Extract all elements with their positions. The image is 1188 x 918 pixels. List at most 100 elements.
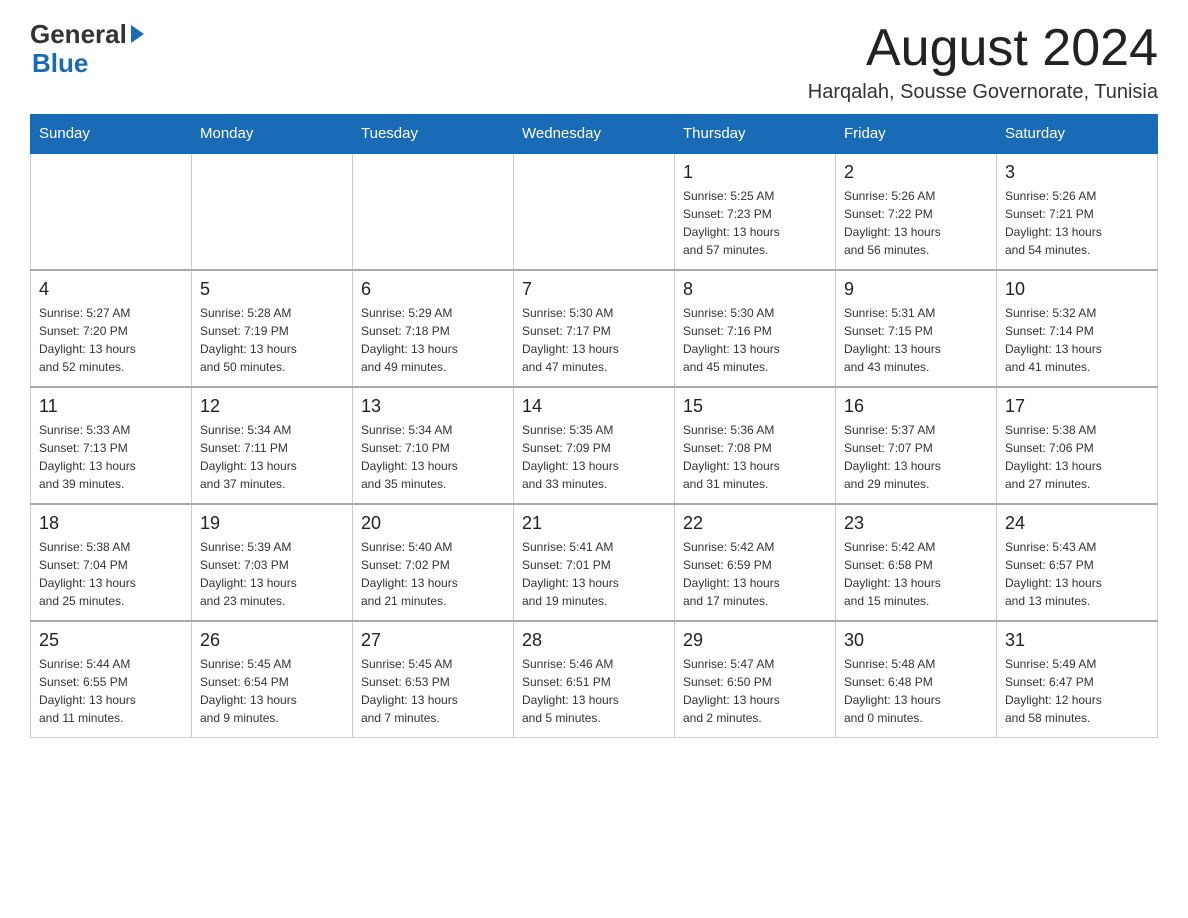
day-info: Sunrise: 5:38 AM Sunset: 7:04 PM Dayligh… [39, 538, 183, 610]
calendar-cell: 26 Sunrise: 5:45 AM Sunset: 6:54 PM Dayli… [192, 621, 353, 738]
day-number: 25 [39, 630, 183, 651]
calendar-cell: 5Sunrise: 5:28 AM Sunset: 7:19 PM Daylig… [192, 270, 353, 387]
page-header: General Blue August 2024 Harqalah, Souss… [30, 20, 1158, 104]
weekday-header-saturday: Saturday [997, 115, 1158, 154]
day-number: 11 [39, 396, 183, 417]
day-number: 29 [683, 630, 827, 651]
day-number: 23 [844, 513, 988, 534]
calendar-cell: 11 Sunrise: 5:33 AM Sunset: 7:13 PM Dayli… [31, 387, 192, 504]
day-number: 15 [683, 396, 827, 417]
day-info: Sunrise: 5:25 AM Sunset: 7:23 PM Dayligh… [683, 187, 827, 259]
calendar-cell: 16 Sunrise: 5:37 AM Sunset: 7:07 PM Dayli… [836, 387, 997, 504]
calendar-cell: 18Sunrise: 5:38 AM Sunset: 7:04 PM Dayli… [31, 504, 192, 621]
day-number: 28 [522, 630, 666, 651]
day-info: Sunrise: 5:26 AM Sunset: 7:22 PM Dayligh… [844, 187, 988, 259]
day-info: Sunrise: 5:34 AM Sunset: 7:10 PM Dayligh… [361, 421, 505, 493]
day-info: Sunrise: 5:45 AM Sunset: 6:54 PM Dayligh… [200, 655, 344, 727]
day-number: 21 [522, 513, 666, 534]
calendar-cell: 4 Sunrise: 5:27 AM Sunset: 7:20 PM Daylig… [31, 270, 192, 387]
calendar-cell: 15 Sunrise: 5:36 AM Sunset: 7:08 PM Dayli… [675, 387, 836, 504]
day-number: 27 [361, 630, 505, 651]
day-info: Sunrise: 5:36 AM Sunset: 7:08 PM Dayligh… [683, 421, 827, 493]
calendar-cell: 27Sunrise: 5:45 AM Sunset: 6:53 PM Dayli… [353, 621, 514, 738]
day-info: Sunrise: 5:30 AM Sunset: 7:17 PM Dayligh… [522, 304, 666, 376]
day-number: 24 [1005, 513, 1149, 534]
day-info: Sunrise: 5:40 AM Sunset: 7:02 PM Dayligh… [361, 538, 505, 610]
day-number: 16 [844, 396, 988, 417]
day-number: 26 [200, 630, 344, 651]
calendar-cell: 17Sunrise: 5:38 AM Sunset: 7:06 PM Dayli… [997, 387, 1158, 504]
day-info: Sunrise: 5:47 AM Sunset: 6:50 PM Dayligh… [683, 655, 827, 727]
calendar-week-row: 18Sunrise: 5:38 AM Sunset: 7:04 PM Dayli… [31, 504, 1158, 621]
calendar-cell: 1 Sunrise: 5:25 AM Sunset: 7:23 PM Daylig… [675, 153, 836, 270]
day-info: Sunrise: 5:42 AM Sunset: 6:59 PM Dayligh… [683, 538, 827, 610]
day-number: 30 [844, 630, 988, 651]
weekday-header-monday: Monday [192, 115, 353, 154]
day-number: 3 [1005, 162, 1149, 183]
day-info: Sunrise: 5:34 AM Sunset: 7:11 PM Dayligh… [200, 421, 344, 493]
day-number: 6 [361, 279, 505, 300]
calendar-cell: 6 Sunrise: 5:29 AM Sunset: 7:18 PM Daylig… [353, 270, 514, 387]
day-info: Sunrise: 5:26 AM Sunset: 7:21 PM Dayligh… [1005, 187, 1149, 259]
day-info: Sunrise: 5:28 AM Sunset: 7:19 PM Dayligh… [200, 304, 344, 376]
day-number: 2 [844, 162, 988, 183]
day-number: 13 [361, 396, 505, 417]
day-info: Sunrise: 5:31 AM Sunset: 7:15 PM Dayligh… [844, 304, 988, 376]
day-number: 4 [39, 279, 183, 300]
day-number: 19 [200, 513, 344, 534]
calendar-cell: 2 Sunrise: 5:26 AM Sunset: 7:22 PM Daylig… [836, 153, 997, 270]
day-info: Sunrise: 5:37 AM Sunset: 7:07 PM Dayligh… [844, 421, 988, 493]
calendar-cell: 29 Sunrise: 5:47 AM Sunset: 6:50 PM Dayli… [675, 621, 836, 738]
calendar-cell: 21 Sunrise: 5:41 AM Sunset: 7:01 PM Dayli… [514, 504, 675, 621]
logo-general: General [30, 20, 127, 49]
calendar-cell: 12 Sunrise: 5:34 AM Sunset: 7:11 PM Dayli… [192, 387, 353, 504]
weekday-header-wednesday: Wednesday [514, 115, 675, 154]
calendar-cell: 8Sunrise: 5:30 AM Sunset: 7:16 PM Daylig… [675, 270, 836, 387]
logo-blue: Blue [32, 49, 144, 78]
day-number: 1 [683, 162, 827, 183]
calendar-cell: 19Sunrise: 5:39 AM Sunset: 7:03 PM Dayli… [192, 504, 353, 621]
logo: General Blue [30, 20, 144, 77]
day-info: Sunrise: 5:41 AM Sunset: 7:01 PM Dayligh… [522, 538, 666, 610]
calendar-cell: 28Sunrise: 5:46 AM Sunset: 6:51 PM Dayli… [514, 621, 675, 738]
day-info: Sunrise: 5:38 AM Sunset: 7:06 PM Dayligh… [1005, 421, 1149, 493]
calendar-cell [31, 153, 192, 270]
calendar-week-row: 4 Sunrise: 5:27 AM Sunset: 7:20 PM Daylig… [31, 270, 1158, 387]
day-number: 12 [200, 396, 344, 417]
calendar-cell: 3 Sunrise: 5:26 AM Sunset: 7:21 PM Daylig… [997, 153, 1158, 270]
weekday-header-friday: Friday [836, 115, 997, 154]
day-info: Sunrise: 5:33 AM Sunset: 7:13 PM Dayligh… [39, 421, 183, 493]
calendar-cell: 25Sunrise: 5:44 AM Sunset: 6:55 PM Dayli… [31, 621, 192, 738]
weekday-header-tuesday: Tuesday [353, 115, 514, 154]
day-number: 7 [522, 279, 666, 300]
day-info: Sunrise: 5:42 AM Sunset: 6:58 PM Dayligh… [844, 538, 988, 610]
day-number: 20 [361, 513, 505, 534]
day-info: Sunrise: 5:43 AM Sunset: 6:57 PM Dayligh… [1005, 538, 1149, 610]
calendar-cell: 20 Sunrise: 5:40 AM Sunset: 7:02 PM Dayli… [353, 504, 514, 621]
day-info: Sunrise: 5:29 AM Sunset: 7:18 PM Dayligh… [361, 304, 505, 376]
calendar-cell: 13 Sunrise: 5:34 AM Sunset: 7:10 PM Dayli… [353, 387, 514, 504]
calendar-cell: 30 Sunrise: 5:48 AM Sunset: 6:48 PM Dayli… [836, 621, 997, 738]
location-subtitle: Harqalah, Sousse Governorate, Tunisia [808, 81, 1158, 104]
calendar-cell: 7 Sunrise: 5:30 AM Sunset: 7:17 PM Daylig… [514, 270, 675, 387]
calendar-cell: 24 Sunrise: 5:43 AM Sunset: 6:57 PM Dayli… [997, 504, 1158, 621]
calendar-week-row: 25Sunrise: 5:44 AM Sunset: 6:55 PM Dayli… [31, 621, 1158, 738]
calendar-week-row: 1 Sunrise: 5:25 AM Sunset: 7:23 PM Daylig… [31, 153, 1158, 270]
day-number: 8 [683, 279, 827, 300]
calendar-cell: 9 Sunrise: 5:31 AM Sunset: 7:15 PM Daylig… [836, 270, 997, 387]
weekday-header-row: SundayMondayTuesdayWednesdayThursdayFrid… [31, 115, 1158, 154]
day-number: 9 [844, 279, 988, 300]
day-info: Sunrise: 5:27 AM Sunset: 7:20 PM Dayligh… [39, 304, 183, 376]
weekday-header-thursday: Thursday [675, 115, 836, 154]
month-year-title: August 2024 [808, 20, 1158, 77]
day-info: Sunrise: 5:32 AM Sunset: 7:14 PM Dayligh… [1005, 304, 1149, 376]
calendar-week-row: 11 Sunrise: 5:33 AM Sunset: 7:13 PM Dayli… [31, 387, 1158, 504]
day-info: Sunrise: 5:48 AM Sunset: 6:48 PM Dayligh… [844, 655, 988, 727]
calendar-cell: 31Sunrise: 5:49 AM Sunset: 6:47 PM Dayli… [997, 621, 1158, 738]
day-number: 10 [1005, 279, 1149, 300]
calendar-cell: 22Sunrise: 5:42 AM Sunset: 6:59 PM Dayli… [675, 504, 836, 621]
day-info: Sunrise: 5:35 AM Sunset: 7:09 PM Dayligh… [522, 421, 666, 493]
calendar-cell: 23 Sunrise: 5:42 AM Sunset: 6:58 PM Dayli… [836, 504, 997, 621]
day-info: Sunrise: 5:49 AM Sunset: 6:47 PM Dayligh… [1005, 655, 1149, 727]
day-number: 14 [522, 396, 666, 417]
